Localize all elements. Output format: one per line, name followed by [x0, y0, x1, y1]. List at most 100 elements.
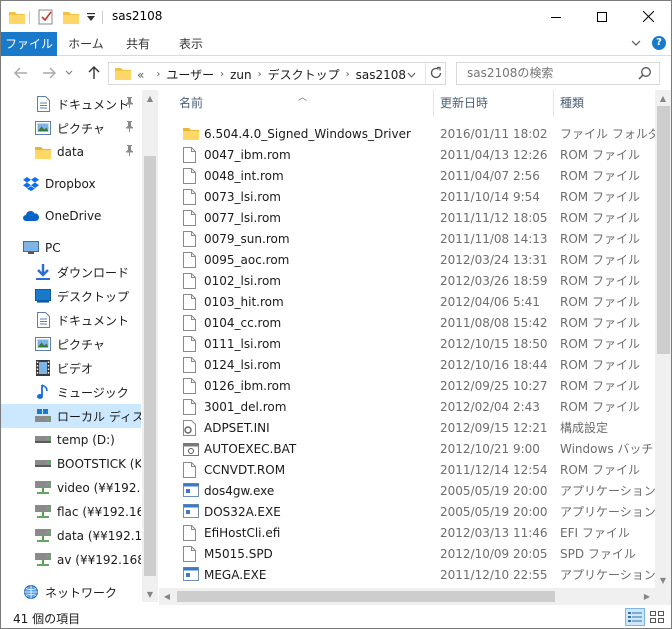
breadcrumb-separator-icon[interactable]: › — [156, 69, 160, 80]
nav-item[interactable]: ダウンロード — [1, 260, 141, 284]
breadcrumb-desktop[interactable]: デスクトップ — [268, 66, 340, 83]
nav-item[interactable]: デスクトップ — [1, 284, 141, 308]
nav-item[interactable]: ローカル ディスク (C — [1, 404, 141, 428]
breadcrumb-zun[interactable]: zun — [230, 68, 252, 82]
nav-item[interactable]: ピクチャ — [1, 116, 141, 140]
file-row[interactable]: M5015.SPD 2012/10/09 20:05 SPD ファイル — [159, 543, 655, 564]
column-header-date[interactable]: 更新日時 — [440, 90, 488, 117]
file-row[interactable]: DOS32A.EXE 2005/05/19 20:00 アプリケーション — [159, 501, 655, 522]
file-row[interactable]: 0073_lsi.rom 2011/10/14 9:54 ROM ファイル — [159, 186, 655, 207]
nav-item[interactable]: BOOTSTICK (K:) — [1, 452, 141, 476]
file-type: ROM ファイル — [560, 232, 640, 246]
refresh-button[interactable] — [429, 66, 443, 83]
file-row[interactable]: MEGA.EXE 2011/12/10 22:55 アプリケーション — [159, 564, 655, 585]
column-header-type[interactable]: 種類 — [560, 90, 584, 117]
file-row[interactable]: ADPSET.INI 2012/09/15 12:21 構成設定 — [159, 417, 655, 438]
file-row[interactable]: 0048_int.rom 2011/04/07 2:56 ROM ファイル — [159, 165, 655, 186]
vertical-scrollbar-thumb[interactable] — [657, 106, 670, 354]
nav-scrollbar[interactable]: ▲ ▼ — [142, 90, 158, 602]
file-row[interactable]: 0079_sun.rom 2011/11/08 14:13 ROM ファイル — [159, 228, 655, 249]
nav-item[interactable]: OneDrive — [1, 204, 141, 228]
file-row[interactable]: 0111_lsi.rom 2012/10/15 18:50 ROM ファイル — [159, 333, 655, 354]
file-row[interactable]: dos4gw.exe 2005/05/19 20:00 アプリケーション — [159, 480, 655, 501]
file-row[interactable]: 0095_aoc.rom 2012/03/24 13:31 ROM ファイル — [159, 249, 655, 270]
file-row[interactable]: CCNVDT.ROM 2011/12/14 12:54 ROM ファイル — [159, 459, 655, 480]
file-row[interactable]: 6.504.4.0_Signed_Windows_Driver 2016/01/1… — [159, 123, 655, 144]
customize-toolbar-icon[interactable] — [86, 7, 96, 27]
file-row[interactable]: 0124_lsi.rom 2012/10/16 18:44 ROM ファイル — [159, 354, 655, 375]
nav-item[interactable]: flac (¥¥192.168.1 — [1, 500, 141, 524]
column-divider[interactable] — [433, 90, 434, 117]
breadcrumb-overflow[interactable]: « — [137, 68, 144, 82]
search-input[interactable] — [467, 66, 632, 80]
expand-ribbon-icon[interactable] — [631, 37, 641, 51]
nav-item[interactable]: Dropbox — [1, 172, 141, 196]
nav-item[interactable]: temp (D:) — [1, 428, 141, 452]
large-icons-view-button[interactable] — [647, 608, 667, 626]
nav-item[interactable]: ドキュメント — [1, 92, 141, 116]
file-type: ROM ファイル — [560, 316, 640, 330]
nav-item[interactable]: video (¥¥192.168. — [1, 476, 141, 500]
scroll-left-icon[interactable]: ◀ — [159, 588, 175, 604]
forward-button[interactable] — [39, 63, 59, 83]
file-name-cell: CCNVDT.ROM — [183, 461, 285, 478]
horizontal-scrollbar-thumb[interactable] — [177, 591, 555, 602]
tab-view[interactable]: 表示 — [167, 32, 215, 56]
breadcrumb-users[interactable]: ユーザー — [166, 66, 214, 83]
scroll-up-icon[interactable]: ▲ — [655, 90, 671, 106]
properties-icon[interactable] — [38, 7, 54, 27]
back-button[interactable] — [11, 63, 31, 83]
breadcrumb-sas2108[interactable]: sas2108 — [356, 68, 406, 82]
file-row[interactable]: 0126_ibm.rom 2012/09/25 10:27 ROM ファイル — [159, 375, 655, 396]
nav-item[interactable]: ピクチャ — [1, 332, 141, 356]
nav-item[interactable]: ビデオ — [1, 356, 141, 380]
nav-item[interactable]: data (¥¥192.168.1 — [1, 524, 141, 548]
file-row[interactable]: 0103_hit.rom 2012/04/06 5:41 ROM ファイル — [159, 291, 655, 312]
file-row[interactable]: 0102_lsi.rom 2012/03/26 18:59 ROM ファイル — [159, 270, 655, 291]
help-icon[interactable]: ? — [652, 36, 666, 50]
details-view-button[interactable] — [625, 608, 645, 626]
file-icon — [183, 545, 197, 562]
tab-home[interactable]: ホーム — [61, 32, 111, 56]
search-icon[interactable] — [638, 66, 652, 83]
file-row[interactable]: 3001_del.rom 2012/02/04 2:43 ROM ファイル — [159, 396, 655, 417]
maximize-button[interactable] — [579, 1, 625, 32]
large-icons-view-icon — [650, 611, 664, 623]
new-folder-icon[interactable] — [63, 7, 79, 27]
close-button[interactable] — [625, 1, 671, 32]
recent-locations-button[interactable] — [63, 63, 75, 83]
file-row[interactable]: EfiHostCli.efi 2012/03/13 11:46 EFI ファイル — [159, 522, 655, 543]
breadcrumb-separator-icon[interactable]: › — [258, 69, 262, 80]
nav-item[interactable]: av (¥¥192.168.1.2 — [1, 548, 141, 572]
address-bar[interactable]: « › ユーザー › zun › デスクトップ › sas2108 — [108, 62, 446, 85]
breadcrumb-separator-icon[interactable]: › — [220, 69, 224, 80]
nav-item[interactable]: ミュージック — [1, 380, 141, 404]
file-icon — [183, 272, 197, 289]
nav-item[interactable]: ネットワーク — [1, 580, 141, 602]
nav-item[interactable]: ドキュメント — [1, 308, 141, 332]
column-header-name[interactable]: 名前 — [179, 90, 203, 117]
nav-item[interactable]: data — [1, 140, 141, 164]
nav-item[interactable]: PC — [1, 236, 141, 260]
file-row[interactable]: 0077_lsi.rom 2011/11/12 18:05 ROM ファイル — [159, 207, 655, 228]
scroll-right-icon[interactable]: ▶ — [639, 588, 655, 604]
nav-scrollbar-thumb[interactable] — [144, 156, 156, 576]
file-icon — [183, 377, 197, 394]
tab-share[interactable]: 共有 — [115, 32, 161, 56]
file-row[interactable]: 0104_cc.rom 2011/08/08 15:42 ROM ファイル — [159, 312, 655, 333]
scroll-down-icon[interactable]: ▼ — [655, 572, 671, 588]
tab-file[interactable]: ファイル — [1, 32, 57, 56]
breadcrumb-separator-icon[interactable]: › — [346, 69, 350, 80]
scroll-up-icon[interactable]: ▲ — [142, 90, 158, 106]
address-dropdown-button[interactable] — [407, 68, 416, 82]
nav-item-label: flac (¥¥192.168.1 — [57, 505, 141, 519]
search-box[interactable] — [456, 62, 660, 85]
file-row[interactable]: 0047_ibm.rom 2011/04/13 12:26 ROM ファイル — [159, 144, 655, 165]
file-row[interactable]: AUTOEXEC.BAT 2012/10/21 9:00 Windows バッチ フ… — [159, 438, 655, 459]
minimize-button[interactable] — [533, 1, 579, 32]
up-button[interactable] — [84, 63, 104, 83]
file-list-horizontal-scrollbar[interactable]: ◀ ▶ — [159, 588, 655, 605]
column-divider[interactable] — [553, 90, 554, 117]
file-list-vertical-scrollbar[interactable]: ▲ ▼ — [655, 90, 671, 588]
scroll-down-icon[interactable]: ▼ — [142, 586, 158, 602]
